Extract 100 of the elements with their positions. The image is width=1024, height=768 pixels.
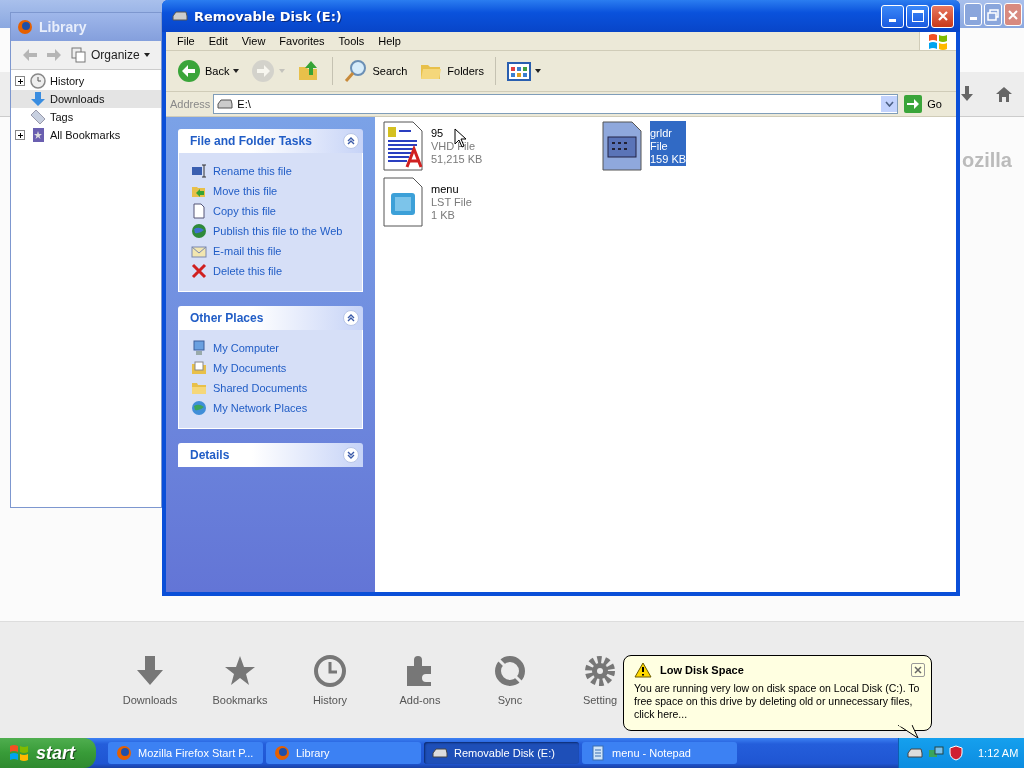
expand-icon[interactable] — [343, 447, 359, 463]
firefox-icon — [274, 745, 290, 761]
task-link[interactable]: Shared Documents — [191, 378, 352, 398]
search-icon — [344, 59, 369, 83]
balloon-message[interactable]: You are running very low on disk space on Local Disk (C:). To free space on this drive by deleting old or unnecessary files, click here... — [634, 682, 925, 721]
file-size: 1 KB — [431, 209, 455, 222]
tree-item[interactable]: All Bookmarks — [11, 126, 161, 144]
task-link[interactable]: Delete this file — [191, 261, 352, 281]
launcher-button[interactable]: Sync — [480, 654, 540, 706]
drive-icon[interactable] — [907, 747, 923, 759]
notepad-icon — [590, 745, 606, 761]
close-button[interactable] — [911, 663, 925, 677]
rename-icon — [191, 163, 207, 179]
globe-icon — [191, 223, 207, 239]
menu-item[interactable]: View — [234, 35, 273, 47]
balloon-title: Low Disk Space — [660, 664, 744, 676]
chevron-down-icon — [884, 101, 894, 107]
taskbar-button[interactable]: Mozilla Firefox Start P... — [108, 742, 263, 764]
panel-header[interactable]: File and Folder Tasks — [178, 129, 363, 153]
task-link[interactable]: Rename this file — [191, 161, 352, 181]
firefox-icon — [116, 745, 132, 761]
expand-icon[interactable] — [15, 130, 25, 140]
launcher-button[interactable]: Downloads — [120, 654, 180, 706]
collapse-icon[interactable] — [343, 310, 359, 326]
window-title: Removable Disk (E:) — [194, 8, 342, 24]
history-icon — [313, 654, 347, 688]
panel-header[interactable]: Other Places — [178, 306, 363, 330]
expand-icon[interactable] — [15, 76, 25, 86]
download-icon[interactable] — [960, 86, 974, 102]
task-link[interactable]: Publish this file to the Web — [191, 221, 352, 241]
task-link[interactable]: My Documents — [191, 358, 352, 378]
menu-item[interactable]: Edit — [201, 35, 235, 47]
search-button[interactable]: Search — [341, 59, 411, 83]
file-name: menu — [431, 183, 459, 196]
caret-icon — [143, 53, 150, 57]
toast-tail — [898, 725, 920, 739]
shield-icon[interactable] — [949, 745, 963, 761]
file-icon — [383, 121, 423, 171]
clock: 1:12 AM — [978, 747, 1019, 759]
minimize-button[interactable] — [881, 4, 904, 28]
downloads-icon — [30, 91, 46, 107]
task-link[interactable]: My Computer — [191, 338, 352, 358]
firefox-icon — [17, 19, 33, 35]
launcher-button[interactable]: Add-ons — [390, 654, 450, 706]
views-button[interactable] — [504, 59, 544, 83]
brand-text: ozilla — [962, 149, 1012, 172]
menu-item[interactable]: Help — [371, 35, 408, 47]
page-icon — [191, 203, 207, 219]
file-item[interactable]: grldr File 159 KB — [602, 121, 821, 177]
documents-folder-icon — [191, 360, 207, 376]
back-button[interactable]: Back — [174, 59, 243, 83]
task-link[interactable]: My Network Places — [191, 398, 352, 418]
panel-header[interactable]: Details — [178, 443, 363, 467]
window-title: Library — [39, 19, 87, 35]
task-link[interactable]: E-mail this file — [191, 241, 352, 261]
taskbar-button[interactable]: Library — [266, 742, 421, 764]
computer-icon — [191, 340, 207, 356]
file-name: 95 — [431, 127, 444, 140]
history-icon — [30, 73, 46, 89]
drive-icon — [172, 10, 188, 22]
folders-button[interactable]: Folders — [416, 59, 487, 83]
folder-icon — [191, 380, 207, 396]
collapse-icon[interactable] — [343, 133, 359, 149]
taskbar-button[interactable]: Removable Disk (E:) — [424, 742, 579, 764]
address-field[interactable]: E:\ — [213, 94, 899, 114]
dropdown-button[interactable] — [881, 96, 898, 112]
drive-icon — [432, 745, 448, 761]
file-item[interactable]: 95 VHD File 51,215 KB — [383, 121, 602, 177]
launcher-button[interactable]: Bookmarks — [210, 654, 270, 706]
menu-item[interactable]: File — [170, 35, 202, 47]
file-type: LST File — [431, 196, 472, 209]
drive-icon — [217, 99, 234, 109]
launcher-button[interactable]: History — [300, 654, 360, 706]
file-name: grldr — [650, 127, 672, 140]
cross-icon — [191, 263, 207, 279]
close-icon — [1007, 8, 1019, 21]
menu-item[interactable]: Favorites — [272, 35, 332, 47]
file-type: File — [650, 140, 668, 153]
globe-icon — [191, 400, 207, 416]
close-icon — [936, 10, 949, 22]
task-link[interactable]: Move this file — [191, 181, 352, 201]
taskbar-button[interactable]: menu - Notepad — [582, 742, 737, 764]
start-button[interactable]: start — [0, 738, 96, 768]
bookmarks-icon — [223, 654, 257, 688]
tree-item[interactable]: Tags — [11, 108, 161, 126]
tree-item[interactable]: Downloads — [11, 90, 161, 108]
settings-icon — [583, 654, 617, 688]
file-icon — [383, 177, 423, 227]
notification-toast[interactable]: Low Disk Space You are running very low on disk space on Local Disk (C:). To free space on this drive by deleting old or unnecessary files, click here... — [623, 655, 932, 731]
task-link[interactable]: Copy this file — [191, 201, 352, 221]
arrow-right-icon — [904, 95, 923, 113]
file-item[interactable]: menu LST File 1 KB — [383, 177, 602, 233]
maximize-button[interactable] — [906, 4, 929, 28]
bookmarks-icon — [30, 127, 46, 143]
menu-item[interactable]: Tools — [331, 35, 372, 47]
home-icon[interactable] — [996, 86, 1012, 102]
tree-item[interactable]: History — [11, 72, 161, 90]
envelope-icon — [191, 243, 207, 259]
close-icon — [914, 666, 922, 674]
go-button[interactable]: Go — [901, 95, 950, 113]
